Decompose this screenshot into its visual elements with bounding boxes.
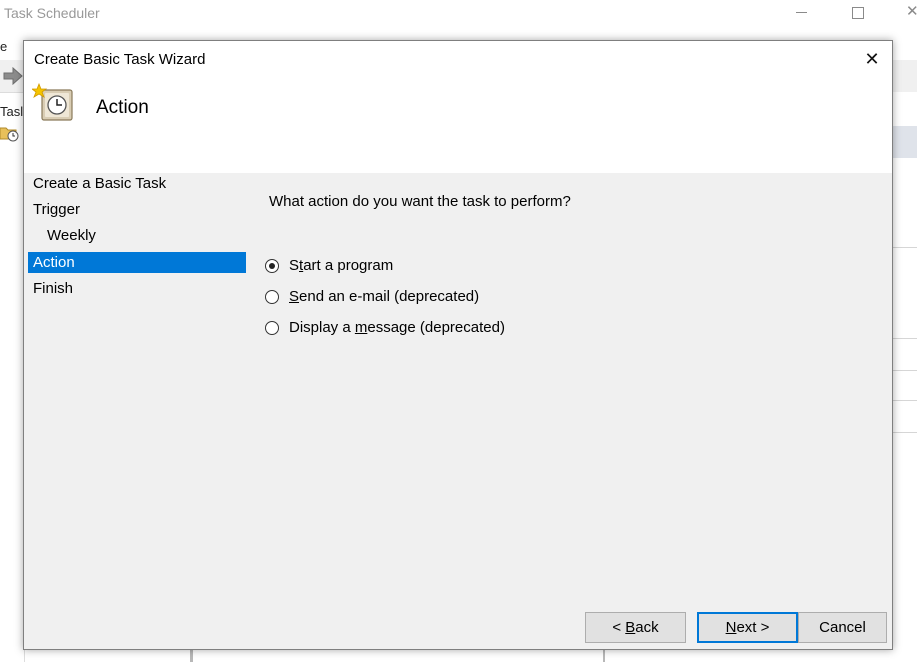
dialog-title: Create Basic Task Wizard — [34, 51, 206, 68]
radio-label[interactable]: Send an e-mail (deprecated) — [289, 288, 479, 305]
cancel-button[interactable]: Cancel — [798, 612, 887, 643]
nav-item-finish[interactable]: Finish — [28, 278, 246, 299]
minimize-button[interactable] — [796, 12, 807, 13]
nav-item-action[interactable]: Action — [28, 252, 246, 273]
wizard-header: Action — [24, 77, 892, 173]
background-window-titlebar: Task Scheduler ✕ — [0, 0, 917, 28]
create-basic-task-wizard: Create Basic Task Wizard ✕ Action Create… — [23, 40, 893, 650]
close-icon[interactable]: ✕ — [854, 45, 890, 73]
action-question: What action do you want the task to perf… — [269, 193, 571, 210]
page-title: Action — [96, 97, 149, 118]
nav-item-weekly[interactable]: Weekly — [28, 225, 246, 246]
background-tree-pane — [0, 100, 25, 662]
back-button[interactable]: < Back — [585, 612, 686, 643]
next-button[interactable]: Next > — [697, 612, 798, 643]
background-bottom-pane — [190, 648, 605, 662]
maximize-button[interactable] — [852, 7, 864, 19]
background-menu-fragment[interactable]: e — [0, 39, 7, 54]
background-window-title: Task Scheduler — [4, 5, 100, 21]
task-folder-icon — [0, 127, 19, 142]
forward-arrow-icon[interactable] — [3, 67, 23, 85]
scheduled-task-clock-icon — [32, 83, 73, 121]
background-right-pane — [893, 92, 917, 662]
radio-label[interactable]: Start a program — [289, 257, 393, 274]
background-tree-label[interactable]: Tasl — [0, 104, 23, 119]
dialog-titlebar[interactable]: Create Basic Task Wizard ✕ — [24, 41, 892, 77]
nav-item-trigger[interactable]: Trigger — [28, 199, 246, 220]
radio-button[interactable] — [265, 290, 279, 304]
nav-item-create-basic-task[interactable]: Create a Basic Task — [28, 173, 246, 194]
close-icon[interactable]: ✕ — [906, 2, 917, 20]
radio-label[interactable]: Display a message (deprecated) — [289, 319, 505, 336]
wizard-steps-nav: Create a Basic Task Trigger Weekly Actio… — [24, 173, 254, 649]
radio-button[interactable] — [265, 259, 279, 273]
radio-button[interactable] — [265, 321, 279, 335]
radio-selected-dot — [269, 263, 275, 269]
